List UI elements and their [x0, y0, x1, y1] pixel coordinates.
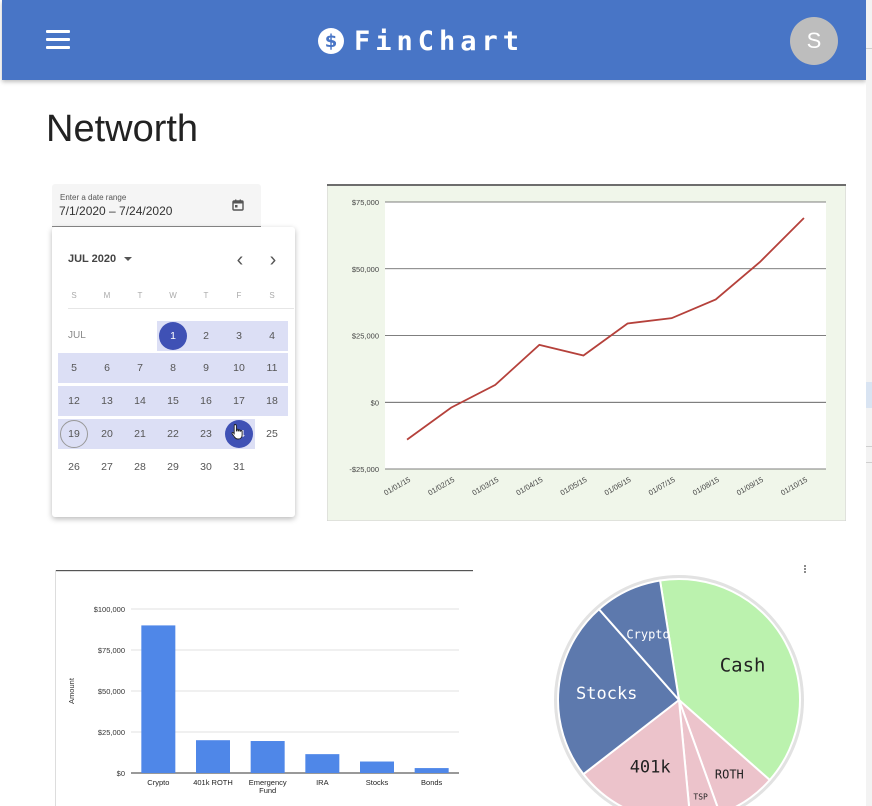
month-year-selector[interactable]: JUL 2020 [68, 253, 116, 265]
calendar-day[interactable]: 28 [126, 453, 154, 481]
chart-left-border [55, 570, 56, 806]
calendar-day[interactable]: 23 [192, 420, 220, 448]
bar[interactable] [141, 625, 176, 773]
calendar-day[interactable]: 7 [126, 354, 154, 382]
networth-line-chart: $75,000$50,000$25,000$0-$25,00001/01/15 0… [327, 184, 846, 521]
x-tick-label: Bonds [421, 778, 443, 787]
calendar-day[interactable]: 4 [258, 322, 286, 350]
app-title: FinChart [354, 25, 525, 57]
calendar-day[interactable]: 18 [258, 387, 286, 415]
pie-slice-label: Crypto [626, 628, 669, 642]
x-tick-label: Crypto [147, 778, 169, 787]
date-picker-calendar: JUL 2020 ‹ › JUL S M T W T F S 1 2 3 4 5 6 7 8 9 10 11 12 1… [52, 227, 295, 517]
holdings-bar-chart: $100,000 $75,000 $50,000 $25,000 $0 Amount Cry… [55, 570, 473, 806]
calendar-day[interactable]: 11 [258, 354, 286, 382]
bar[interactable] [305, 754, 340, 773]
y-axis-label: Amount [67, 677, 76, 704]
calendar-day[interactable]: 3 [225, 322, 253, 350]
weekday-header: W [169, 291, 177, 300]
y-tick-label: $75,000 [98, 646, 125, 655]
page-title: Networth [46, 108, 199, 150]
pie-slice-label: Cash [720, 655, 766, 677]
calendar-day[interactable]: 29 [159, 453, 187, 481]
calendar-day[interactable]: 10 [225, 354, 253, 382]
allocation-pie-chart: Cash ROTH TSP 401k Stocks Crypto [554, 575, 804, 806]
y-tick-label: $0 [371, 398, 379, 407]
weekday-header: T [137, 291, 143, 300]
bar[interactable] [196, 740, 230, 773]
calendar-day[interactable]: 20 [93, 420, 121, 448]
calendar-day[interactable]: 15 [159, 387, 187, 415]
x-tick-label: 401k ROTH [193, 778, 233, 787]
chevron-left-icon[interactable]: ‹ [230, 250, 250, 270]
calendar-day[interactable]: 21 [126, 420, 154, 448]
date-range-value[interactable]: 7/1/2020 – 7/24/2020 [59, 204, 172, 218]
x-tick-label: Stocks [366, 778, 389, 787]
calendar-day[interactable]: 27 [93, 453, 121, 481]
month-row-label: JUL [68, 330, 86, 341]
calendar-day[interactable]: 25 [258, 420, 286, 448]
calendar-day[interactable]: 30 [192, 453, 220, 481]
chevron-right-icon[interactable]: › [263, 250, 283, 270]
date-range-label: Enter a date range [60, 193, 127, 202]
y-tick-label: $25,000 [352, 332, 379, 341]
brand[interactable]: $ FinChart [318, 24, 524, 58]
divider [68, 308, 294, 309]
y-tick-label: $50,000 [352, 265, 379, 274]
y-tick-label: -$25,000 [349, 465, 379, 474]
y-tick-label: $75,000 [352, 198, 379, 207]
chart-top-border [55, 570, 473, 572]
chart-top-border [327, 184, 846, 186]
avatar[interactable]: S [790, 17, 838, 65]
calendar-day[interactable]: 9 [192, 354, 220, 382]
y-tick-label: $25,000 [98, 728, 125, 737]
adjacent-window-edge [866, 0, 872, 806]
calendar-day[interactable]: 19 [60, 420, 88, 448]
calendar-day[interactable]: 2 [192, 322, 220, 350]
dollar-logo-icon: $ [318, 28, 344, 54]
pie-slice-label: ROTH [715, 767, 744, 781]
y-tick-label: $50,000 [98, 687, 125, 696]
hand-cursor-icon [231, 424, 243, 440]
bar[interactable] [414, 768, 449, 773]
calendar-day[interactable]: 8 [159, 354, 187, 382]
calendar-day[interactable]: 1 [159, 322, 187, 350]
weekday-header: F [236, 291, 242, 300]
calendar-day[interactable]: 13 [93, 387, 121, 415]
calendar-day[interactable]: 31 [225, 453, 253, 481]
calendar-day[interactable]: 6 [93, 354, 121, 382]
y-tick-label: $100,000 [94, 605, 125, 614]
bar[interactable] [250, 741, 285, 773]
caret-down-icon[interactable] [124, 257, 132, 261]
y-tick-label: $0 [117, 769, 125, 778]
calendar-day[interactable]: 16 [192, 387, 220, 415]
date-range-field[interactable]: Enter a date range 7/1/2020 – 7/24/2020 [52, 184, 261, 227]
calendar-day[interactable]: 5 [60, 354, 88, 382]
calendar-day[interactable]: 14 [126, 387, 154, 415]
weekday-header: S [269, 291, 275, 300]
pie-slice-label: 401k [630, 758, 671, 778]
calendar-icon[interactable] [232, 199, 244, 211]
app-bar: $ FinChart S [2, 0, 866, 80]
x-tick-label: IRA [316, 778, 329, 787]
pie-slice-label: Stocks [576, 684, 637, 704]
weekday-header: S [71, 291, 77, 300]
pie-slice-label: TSP [693, 793, 708, 802]
menu-icon[interactable] [46, 30, 72, 50]
calendar-day[interactable]: 22 [159, 420, 187, 448]
calendar-day[interactable]: 26 [60, 453, 88, 481]
calendar-day[interactable]: 17 [225, 387, 253, 415]
bar[interactable] [360, 761, 394, 773]
x-tick-label: Fund [259, 786, 276, 795]
weekday-header: T [203, 291, 209, 300]
calendar-day[interactable]: 12 [60, 387, 88, 415]
weekday-header: M [103, 291, 111, 300]
